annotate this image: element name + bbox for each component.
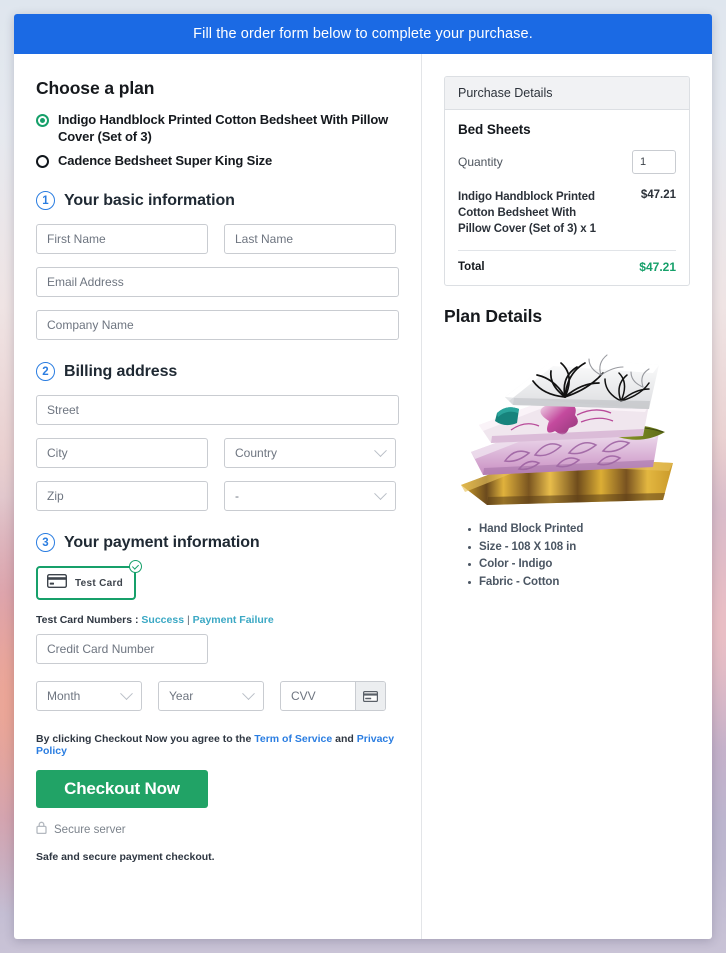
section-basic-information: 1 Your basic information xyxy=(36,191,399,210)
safe-checkout-note: Safe and secure payment checkout. xyxy=(36,851,399,863)
zip-state-row: Zip - xyxy=(36,481,399,511)
credit-card-number-input[interactable]: Credit Card Number xyxy=(36,634,208,664)
section-label: Your payment information xyxy=(64,534,260,552)
step-number-2: 2 xyxy=(36,362,55,381)
divider xyxy=(458,250,676,251)
payment-method-test-card[interactable]: Test Card xyxy=(36,566,136,600)
radio-cadence[interactable] xyxy=(36,155,49,168)
year-select-value: Year xyxy=(169,689,193,703)
purchase-details-header: Purchase Details xyxy=(445,77,689,110)
line-item-name: Indigo Handblock Printed Cotton Bedsheet… xyxy=(458,189,598,237)
total-label: Total xyxy=(458,261,485,273)
test-card-prefix: Test Card Numbers : xyxy=(36,614,141,626)
month-select-value: Month xyxy=(47,689,80,703)
plan-option-label: Indigo Handblock Printed Cotton Bedsheet… xyxy=(58,111,398,145)
credit-card-icon xyxy=(363,691,378,702)
terms-prefix: By clicking Checkout Now you agree to th… xyxy=(36,733,254,745)
cvv-help-button[interactable] xyxy=(355,682,385,710)
expiry-cvv-row: Month Year CVV xyxy=(36,681,399,711)
test-card-success-link[interactable]: Success xyxy=(141,614,184,626)
card-body: Choose a plan Indigo Handblock Printed C… xyxy=(14,54,712,939)
plan-option-indigo[interactable]: Indigo Handblock Printed Cotton Bedsheet… xyxy=(36,111,399,145)
purchase-details-body: Bed Sheets Quantity 1 Indigo Handblock P… xyxy=(445,110,689,285)
total-value: $47.21 xyxy=(639,260,676,274)
city-input[interactable]: City xyxy=(36,438,208,468)
zip-input[interactable]: Zip xyxy=(36,481,208,511)
payment-method-tile-wrap: Test Card xyxy=(36,566,136,600)
product-group-title: Bed Sheets xyxy=(458,122,676,137)
secure-server-label: Secure server xyxy=(54,824,126,836)
purchase-details-box: Purchase Details Bed Sheets Quantity 1 I… xyxy=(444,76,690,286)
product-image xyxy=(453,335,681,511)
checkout-card: Fill the order form below to complete yo… xyxy=(14,14,712,939)
term-of-service-link[interactable]: Term of Service xyxy=(254,733,332,745)
quantity-label: Quantity xyxy=(458,155,503,169)
order-form-column: Choose a plan Indigo Handblock Printed C… xyxy=(14,54,422,939)
street-input[interactable]: Street xyxy=(36,395,399,425)
country-select[interactable]: Country xyxy=(224,438,396,468)
list-item: Size - 108 X 108 in xyxy=(468,539,690,557)
banner-text: Fill the order form below to complete yo… xyxy=(193,26,533,42)
line-item-row: Indigo Handblock Printed Cotton Bedsheet… xyxy=(458,189,676,237)
cvv-input[interactable]: CVV xyxy=(281,682,355,710)
name-row: First Name Last Name xyxy=(36,224,399,254)
chevron-down-icon xyxy=(374,444,387,457)
plan-details-bullets: Hand Block Printed Size - 108 X 108 in C… xyxy=(468,521,690,591)
year-select[interactable]: Year xyxy=(158,681,264,711)
test-card-failure-link[interactable]: Payment Failure xyxy=(193,614,274,626)
line-item-price: $47.21 xyxy=(641,189,676,237)
step-number-1: 1 xyxy=(36,191,55,210)
section-billing-address: 2 Billing address xyxy=(36,362,399,381)
test-card-numbers-line: Test Card Numbers : Success | Payment Fa… xyxy=(36,614,399,626)
state-select-value: - xyxy=(235,489,239,503)
quantity-input[interactable]: 1 xyxy=(632,150,676,174)
first-name-input[interactable]: First Name xyxy=(36,224,208,254)
plan-option-label: Cadence Bedsheet Super King Size xyxy=(58,152,272,169)
check-circle-icon xyxy=(129,560,142,573)
total-row: Total $47.21 xyxy=(458,260,676,274)
street-row: Street xyxy=(36,395,399,425)
section-label: Billing address xyxy=(64,363,177,381)
plan-details-heading: Plan Details xyxy=(444,306,690,327)
credit-card-icon xyxy=(47,574,67,593)
list-item: Color - Indigo xyxy=(468,556,690,574)
email-input[interactable]: Email Address xyxy=(36,267,399,297)
list-item: Fabric - Cotton xyxy=(468,574,690,592)
lock-icon xyxy=(36,821,47,839)
step-number-3: 3 xyxy=(36,533,55,552)
radio-indigo[interactable] xyxy=(36,114,49,127)
city-country-row: City Country xyxy=(36,438,399,468)
month-select[interactable]: Month xyxy=(36,681,142,711)
plan-option-cadence[interactable]: Cadence Bedsheet Super King Size xyxy=(36,152,399,169)
terms-line: By clicking Checkout Now you agree to th… xyxy=(36,733,399,757)
company-name-input[interactable]: Company Name xyxy=(36,310,399,340)
company-row: Company Name xyxy=(36,310,399,340)
chevron-down-icon xyxy=(242,687,255,700)
list-item: Hand Block Printed xyxy=(468,521,690,539)
summary-column: Purchase Details Bed Sheets Quantity 1 I… xyxy=(422,54,712,939)
state-select[interactable]: - xyxy=(224,481,396,511)
terms-conjunction: and xyxy=(332,733,357,745)
secure-server-row: Secure server xyxy=(36,821,399,839)
country-select-value: Country xyxy=(235,446,277,460)
chevron-down-icon xyxy=(374,487,387,500)
cvv-field-group: CVV xyxy=(280,681,386,711)
payment-method-label: Test Card xyxy=(75,578,123,589)
test-card-separator: | xyxy=(184,614,193,626)
quantity-row: Quantity 1 xyxy=(458,150,676,174)
choose-plan-heading: Choose a plan xyxy=(36,78,399,99)
chevron-down-icon xyxy=(120,687,133,700)
credit-card-row: Credit Card Number xyxy=(36,634,399,664)
page-banner: Fill the order form below to complete yo… xyxy=(14,14,712,54)
section-label: Your basic information xyxy=(64,192,235,210)
email-row: Email Address xyxy=(36,267,399,297)
section-payment-information: 3 Your payment information xyxy=(36,533,399,552)
checkout-now-button[interactable]: Checkout Now xyxy=(36,770,208,808)
last-name-input[interactable]: Last Name xyxy=(224,224,396,254)
